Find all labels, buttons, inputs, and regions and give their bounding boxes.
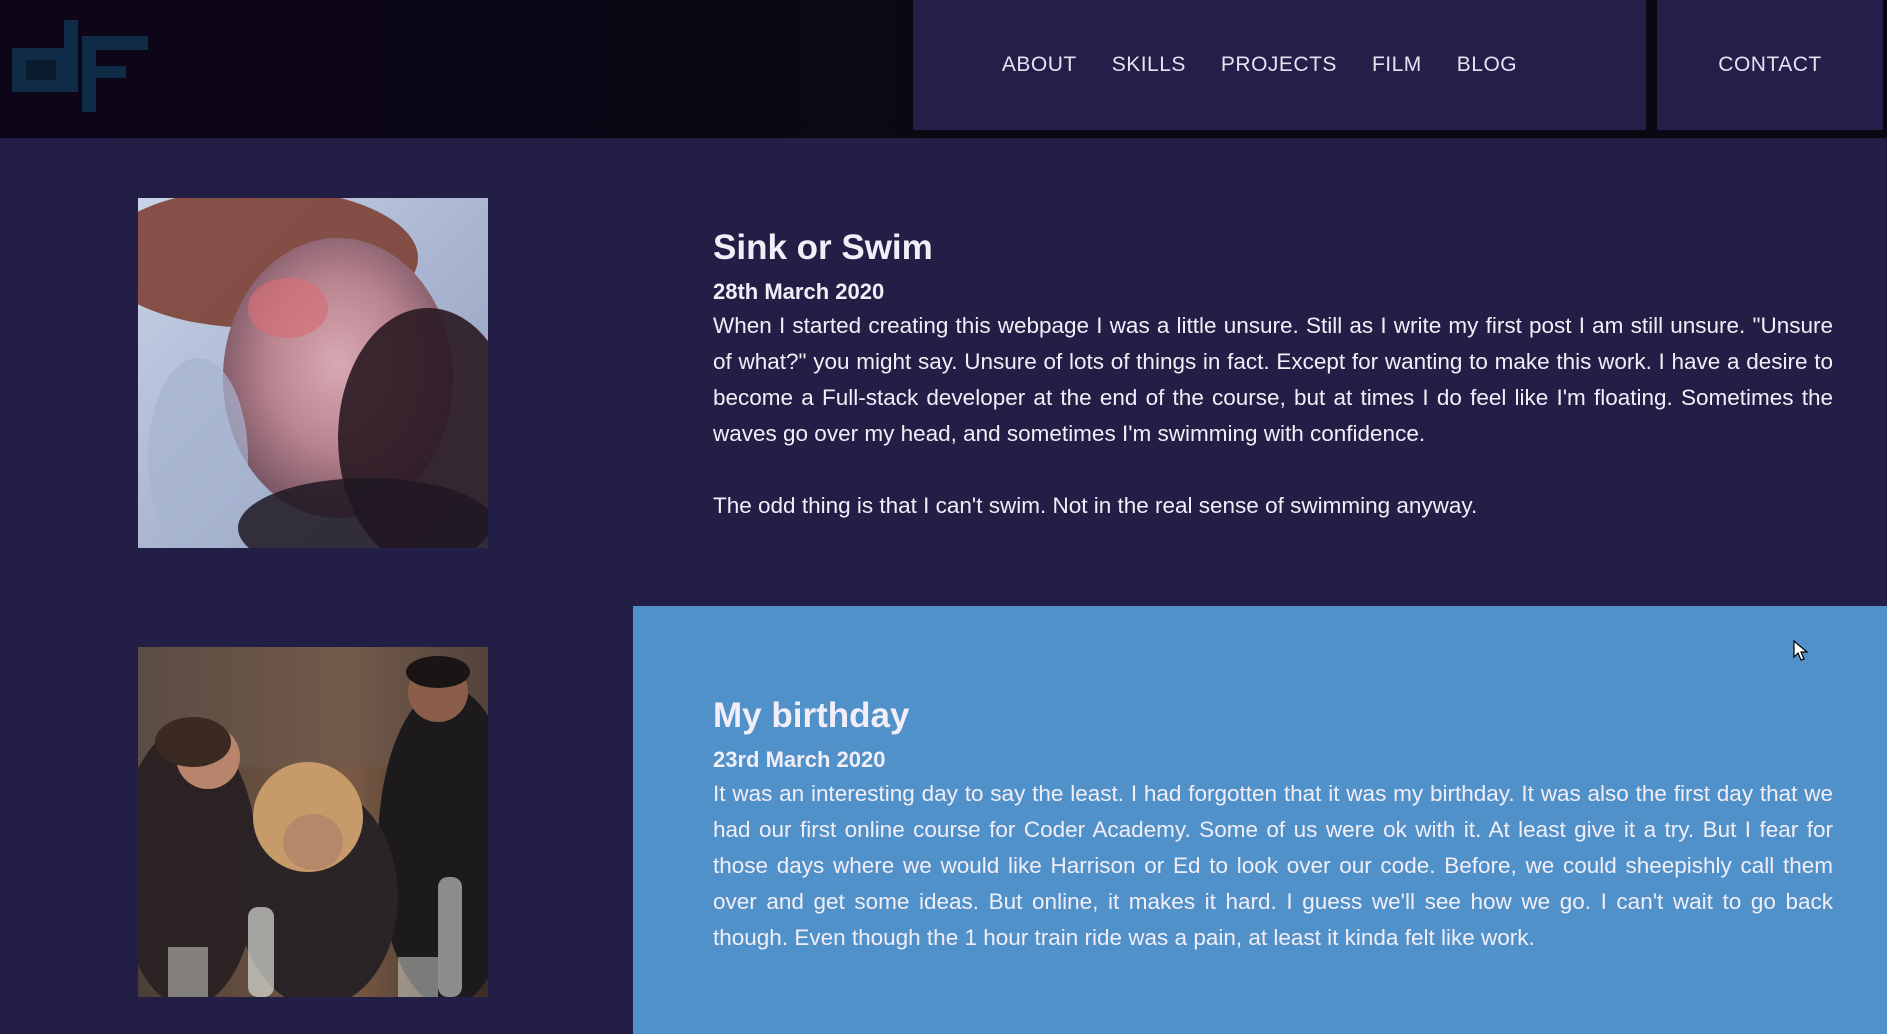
- post-title: Sink or Swim: [713, 228, 933, 267]
- nav-projects-link[interactable]: PROJECTS: [1221, 53, 1337, 77]
- nav-film-link[interactable]: FILM: [1372, 53, 1422, 77]
- post-sink-or-swim: Sink or Swim 28th March 2020 When I star…: [713, 222, 1833, 524]
- main-nav: ABOUT SKILLS PROJECTS FILM BLOG: [913, 0, 1646, 130]
- mouse-cursor-icon: [1793, 640, 1809, 661]
- nav-blog-link[interactable]: BLOG: [1457, 53, 1517, 77]
- nav-skills-link[interactable]: SKILLS: [1112, 53, 1186, 77]
- nav-about-link[interactable]: ABOUT: [1002, 53, 1077, 77]
- contact-box: CONTACT: [1657, 0, 1883, 130]
- post-date: 28th March 2020: [713, 279, 885, 304]
- post-my-birthday: My birthday 23rd March 2020 It was an in…: [713, 690, 1833, 956]
- post-date: 23rd March 2020: [713, 747, 886, 772]
- post-paragraph: When I started creating this webpage I w…: [713, 313, 1833, 446]
- post-image-sink-or-swim: [138, 198, 488, 548]
- post-title: My birthday: [713, 696, 910, 735]
- post-body: It was an interesting day to say the lea…: [713, 776, 1833, 956]
- post-paragraph: It was an interesting day to say the lea…: [713, 781, 1833, 950]
- logo[interactable]: [12, 20, 148, 112]
- post-image-my-birthday: [138, 647, 488, 997]
- site-header: ABOUT SKILLS PROJECTS FILM BLOG CONTACT: [0, 0, 1887, 138]
- nav-contact-link[interactable]: CONTACT: [1718, 53, 1821, 77]
- post-body: When I started creating this webpage I w…: [713, 308, 1833, 524]
- post-paragraph: The odd thing is that I can't swim. Not …: [713, 493, 1478, 518]
